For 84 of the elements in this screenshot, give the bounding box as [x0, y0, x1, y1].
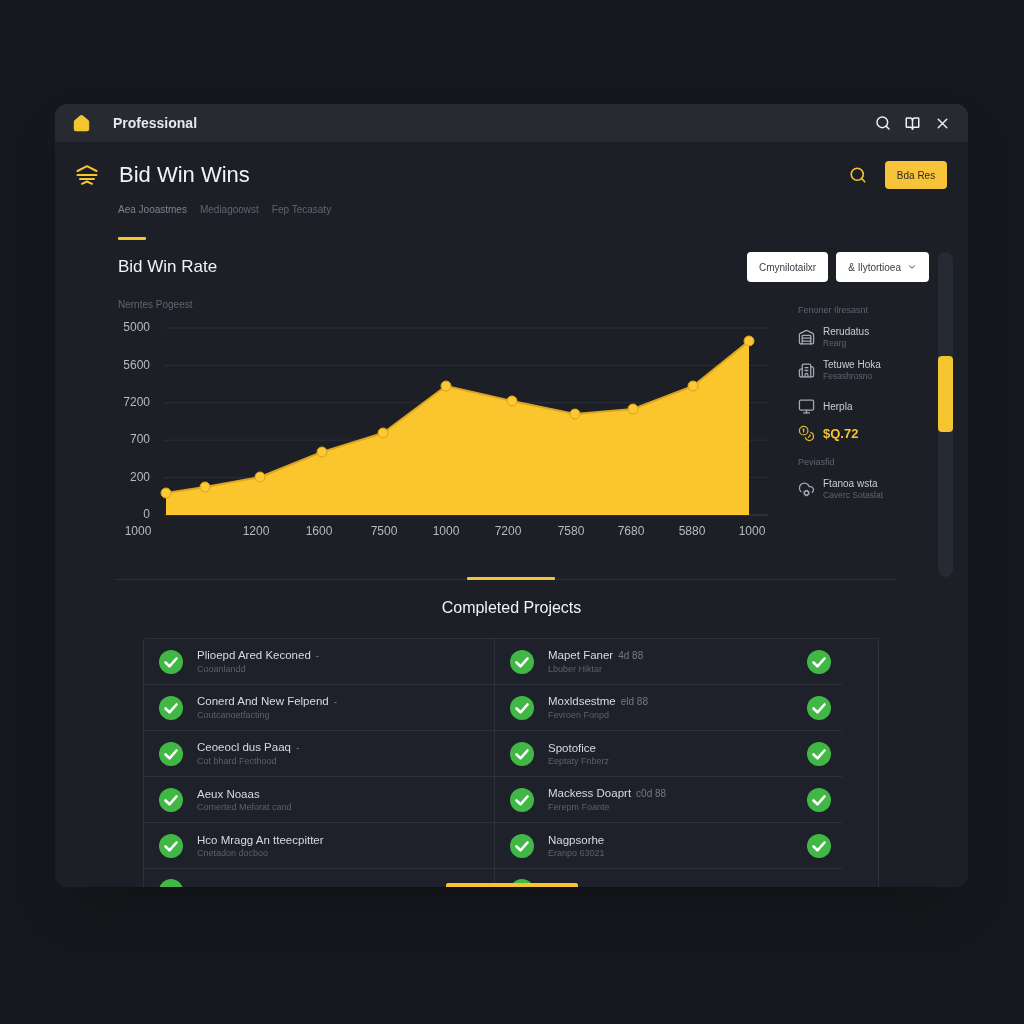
- project-subtitle: Coutcanoetfacting: [197, 709, 270, 721]
- scrollbar-track[interactable]: [938, 252, 953, 577]
- project-title: Ceoeocl dus Paaq: [197, 740, 291, 754]
- project-title: Mackess Doaprt: [548, 786, 632, 800]
- x-tick-label: 1000: [432, 524, 460, 539]
- filter-button[interactable]: & Ilytortioea: [836, 252, 929, 282]
- y-tick-label: 200: [129, 469, 150, 484]
- layers-icon: [76, 165, 98, 185]
- project-title: Aeux Noaas: [197, 786, 260, 801]
- x-tick-label: 1200: [242, 524, 270, 539]
- legend-label: Tetuwe Hoka: [823, 359, 881, 371]
- data-point: [743, 335, 755, 347]
- data-point: [627, 403, 639, 415]
- x-tick-label: 7200: [494, 524, 522, 539]
- y-tick-label: 7200: [123, 394, 150, 409]
- data-point: [569, 408, 581, 420]
- search-icon[interactable]: [849, 166, 867, 184]
- project-title: Conerd And New Felpend: [197, 694, 329, 708]
- page-title: Bid Win Wins: [119, 161, 250, 189]
- project-subtitle: Cnetadon docboo: [197, 846, 269, 859]
- project-title: Nagpsorhe: [548, 832, 605, 847]
- x-tick-label: 7580: [557, 524, 585, 539]
- project-meta: 4d 88: [618, 649, 644, 663]
- x-tick-label: 5880: [678, 524, 706, 539]
- coins-icon: [798, 425, 815, 442]
- legend-label: Ftanoa wsta: [823, 478, 878, 490]
- data-point: [687, 380, 699, 392]
- header-button[interactable]: Bda Res: [885, 161, 947, 189]
- project-subtitle: Cooanlandd: [197, 663, 246, 675]
- legend-heading: Peviasfid: [798, 456, 835, 468]
- legend-label: Rerudatus: [823, 326, 870, 338]
- y-axis-label: Nerntes Pogeest: [118, 299, 193, 311]
- x-tick-label: 7500: [370, 524, 398, 539]
- legend-sublabel: Caverc Sotaslat: [823, 490, 883, 501]
- project-meta: -: [315, 649, 320, 663]
- data-point: [160, 487, 172, 499]
- data-point: [377, 427, 389, 439]
- legend-value: $Q.72: [823, 425, 859, 442]
- project-title: Spotofice: [548, 740, 596, 755]
- y-tick-label: 700: [129, 432, 150, 447]
- project-title: Mapet Faner: [548, 648, 614, 662]
- x-tick-label: 1000: [124, 524, 152, 539]
- monitor-icon: [798, 398, 815, 415]
- data-point: [254, 471, 266, 483]
- project-subtitle: Eeptaty Fnberz: [548, 754, 610, 767]
- filter-button[interactable]: Cmynilotailxr: [746, 252, 829, 282]
- project-subtitle: Fevroen Fonpd: [548, 709, 610, 721]
- project-meta: -: [333, 695, 338, 709]
- y-tick-label: 5600: [123, 357, 150, 372]
- y-tick-label: 0: [143, 507, 150, 522]
- book-icon[interactable]: [905, 115, 920, 131]
- x-tick-label: 1000: [738, 524, 766, 539]
- warehouse-icon: [798, 329, 815, 346]
- search-icon[interactable]: [875, 115, 891, 131]
- cloud-icon: [798, 481, 815, 498]
- project-meta: -: [296, 741, 300, 755]
- home-icon[interactable]: [72, 113, 91, 133]
- x-tick-label: 7680: [617, 524, 645, 539]
- section-title: Completed Projects: [441, 598, 582, 618]
- x-tick-label: 1600: [305, 524, 333, 539]
- project-subtitle: Cot bhard Fecthood: [197, 755, 277, 767]
- project-subtitle: Comerted Meforat cand: [197, 800, 292, 813]
- project-meta: eld 88: [620, 695, 648, 709]
- project-title: Plioepd Ared Keconed: [197, 648, 311, 662]
- legend-heading: Fenoner Ilresasnt: [798, 304, 869, 316]
- window-title: Professional: [113, 113, 198, 133]
- project-meta: c0d 88: [636, 787, 667, 801]
- building-icon: [798, 362, 815, 379]
- project-subtitle: Lbuber Hiktar: [548, 663, 603, 675]
- tab[interactable]: Aea Jooastmes: [118, 204, 187, 240]
- data-point: [316, 446, 328, 458]
- scrollbar-thumb[interactable]: [938, 356, 953, 432]
- legend-sublabel: Fesashrosno: [823, 371, 873, 382]
- y-tick-label: 5000: [123, 320, 150, 335]
- project-title: Hco Mragg An tteecpitter: [197, 832, 324, 847]
- data-point: [440, 380, 452, 392]
- project-title: Moxldsestme: [548, 694, 616, 708]
- project-subtitle: Ferepm Foante: [548, 801, 610, 813]
- section-title: Bid Win Rate: [118, 256, 218, 279]
- data-point: [199, 481, 211, 493]
- project-subtitle: Eranpo 63021: [548, 846, 605, 859]
- legend-label: Herpla: [823, 400, 853, 413]
- data-point: [506, 395, 518, 407]
- legend-sublabel: Rearg: [823, 338, 847, 349]
